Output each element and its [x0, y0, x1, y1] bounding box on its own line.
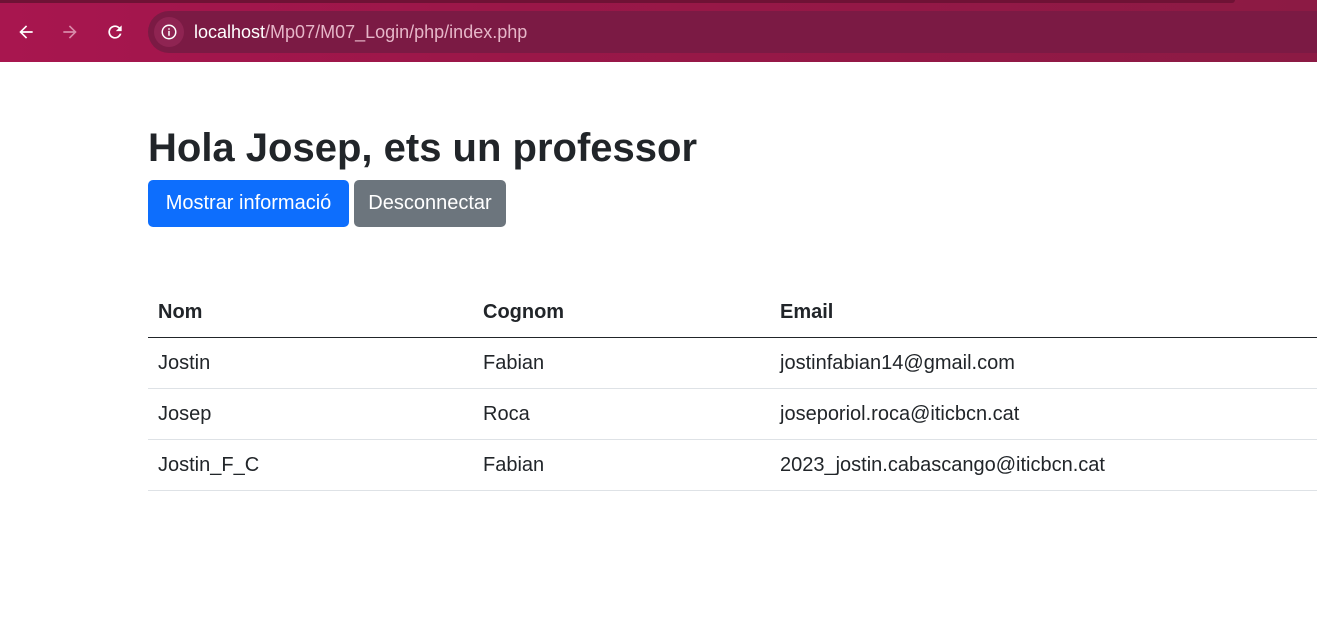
- cell-email: 2023_jostin.cabascango@iticbcn.cat: [770, 439, 1317, 491]
- column-header-email: Email: [770, 287, 1317, 338]
- reload-button[interactable]: [99, 16, 131, 48]
- cell-nom: Jostin: [148, 337, 473, 389]
- forward-arrow-icon: [63, 25, 77, 39]
- cell-email: jostinfabian14@gmail.com: [770, 337, 1317, 389]
- table-row: Jostin_F_C Fabian 2023_jostin.cabascango…: [148, 439, 1317, 491]
- column-header-nom: Nom: [148, 287, 473, 338]
- url-text[interactable]: localhost/Mp07/M07_Login/php/index.php: [194, 22, 527, 43]
- forward-button[interactable]: [54, 16, 86, 48]
- cell-cognom: Roca: [473, 388, 770, 440]
- users-table: Nom Cognom Email Jostin Fabian jostinfab…: [148, 287, 1317, 491]
- address-bar[interactable]: localhost/Mp07/M07_Login/php/index.php: [148, 11, 1317, 53]
- table-row: Jostin Fabian jostinfabian14@gmail.com: [148, 337, 1317, 389]
- cell-cognom: Fabian: [473, 337, 770, 389]
- reload-icon: [108, 25, 122, 39]
- url-path: /Mp07/M07_Login/php/index.php: [265, 21, 528, 42]
- site-info-button[interactable]: [154, 17, 184, 47]
- table-row: Josep Roca joseporiol.roca@iticbcn.cat: [148, 388, 1317, 440]
- column-header-cognom: Cognom: [473, 287, 770, 338]
- url-host: localhost: [194, 21, 266, 42]
- logout-button[interactable]: Desconnectar: [354, 180, 506, 227]
- cell-nom: Josep: [148, 388, 473, 440]
- cell-email: joseporiol.roca@iticbcn.cat: [770, 388, 1317, 440]
- cell-cognom: Fabian: [473, 439, 770, 491]
- table-header-row: Nom Cognom Email: [148, 287, 1317, 338]
- page-title: Hola Josep, ets un professor: [148, 126, 698, 170]
- show-info-button[interactable]: Mostrar informació: [148, 180, 349, 227]
- info-icon: [161, 24, 177, 40]
- back-button[interactable]: [10, 16, 42, 48]
- back-arrow-icon: [19, 25, 33, 39]
- browser-toolbar: localhost/Mp07/M07_Login/php/index.php: [0, 0, 1317, 62]
- cell-nom: Jostin_F_C: [148, 439, 473, 491]
